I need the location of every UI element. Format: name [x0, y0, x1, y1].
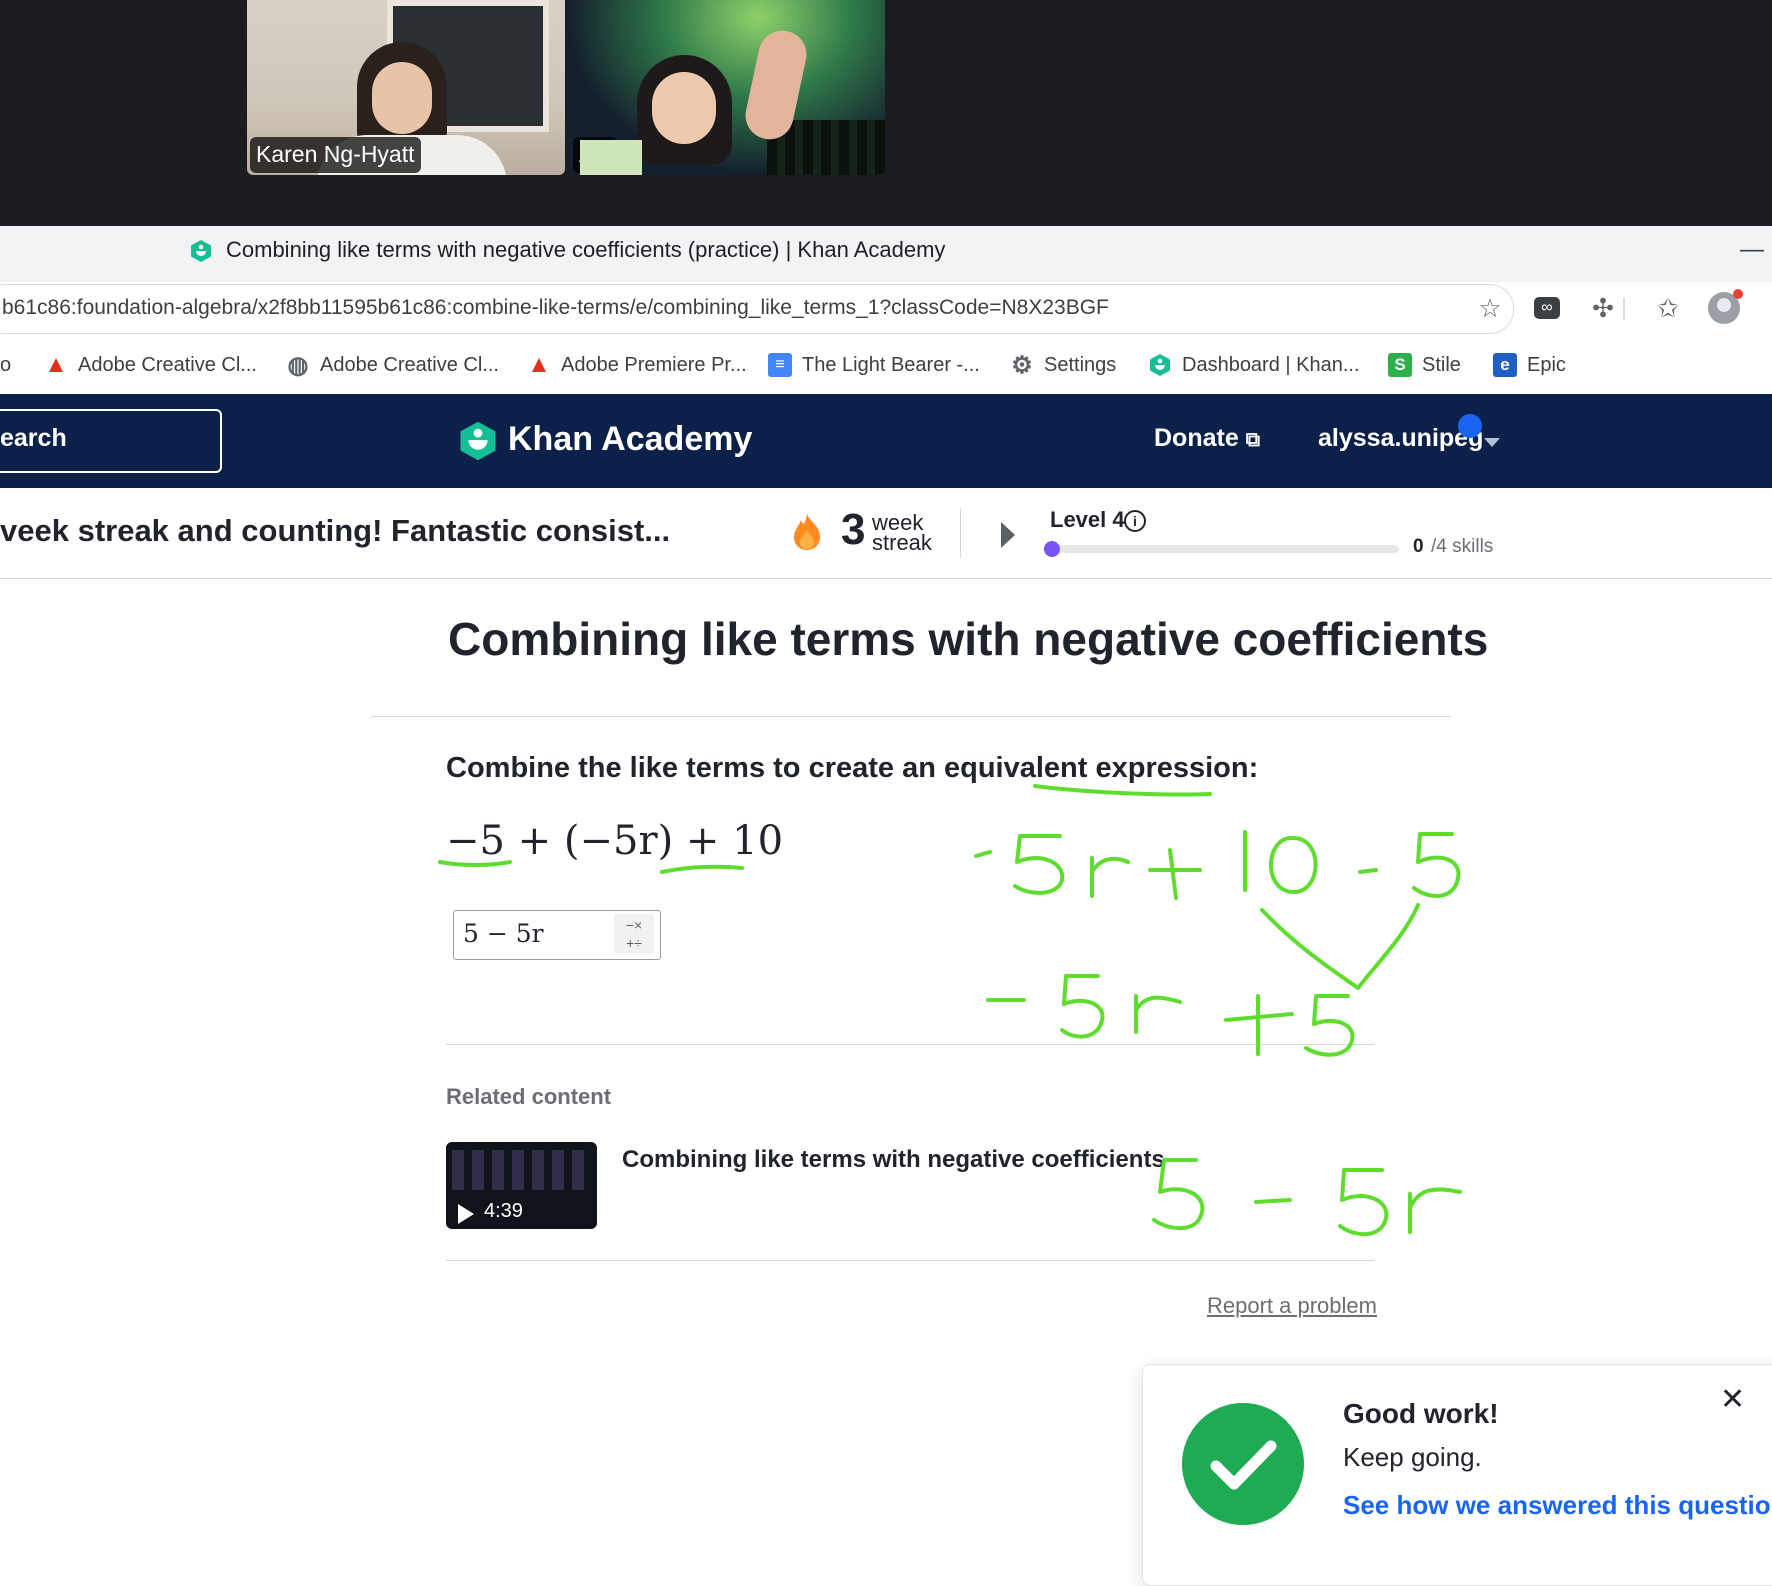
adobe-icon: ▲	[527, 351, 551, 378]
bookmark-item[interactable]: e Epic	[1493, 350, 1566, 380]
adobe-icon: ▲	[44, 351, 68, 378]
star-icon[interactable]: ☆	[1474, 292, 1506, 324]
checkmark-icon	[1182, 1403, 1304, 1525]
ink-line-3	[1152, 1158, 1462, 1237]
exercise-title: Combining like terms with negative coeff…	[448, 613, 1489, 665]
keypad-glyph-bottom: +÷	[626, 935, 642, 951]
globe-icon: ◍	[287, 351, 309, 379]
favorites-icon[interactable]: ✩	[1652, 292, 1684, 324]
streak-message: veek streak and counting! Fantastic cons…	[0, 513, 671, 548]
khan-logo-icon[interactable]	[457, 420, 499, 462]
related-content-heading: Related content	[446, 1084, 612, 1109]
related-video-title[interactable]: Combining like terms with negative coeff…	[622, 1146, 1165, 1174]
participant-face	[372, 62, 432, 134]
flame-icon	[794, 514, 820, 550]
participant-name-tag: Karen Ng-Hyatt	[250, 137, 421, 173]
toolbar-divider: |	[1620, 294, 1628, 321]
skills-completed-count: 0	[1413, 536, 1424, 557]
bookmark-label: Dashboard | Khan...	[1182, 353, 1360, 376]
bookmark-label: Adobe Creative Cl...	[320, 353, 499, 376]
ink-line-1	[974, 830, 1461, 900]
ka-header	[0, 394, 1772, 488]
address-bar-url[interactable]: b61c86:foundation-algebra/x2f8bb11595b61…	[2, 296, 1109, 320]
bookmark-label: o	[0, 353, 12, 376]
divider	[446, 1260, 1374, 1261]
streak-unit-streak: streak	[872, 530, 932, 555]
streak-count: 3	[841, 505, 866, 554]
level-progress-bar	[1044, 545, 1399, 553]
video-duration: 4:39	[484, 1200, 523, 1222]
math-keypad-icon[interactable]: −× +÷	[614, 914, 654, 954]
donate-label: Donate	[1154, 424, 1239, 452]
bookmark-item[interactable]: Dashboard | Khan...	[1148, 350, 1360, 380]
answer-input-value[interactable]: 5 − 5r	[463, 919, 544, 948]
external-link-icon: ⧉	[1245, 429, 1260, 451]
name-redaction-box	[580, 140, 642, 175]
khan-icon	[1150, 354, 1170, 376]
window-minimize-button[interactable]: —	[1740, 236, 1764, 264]
bookmark-item[interactable]: ◍ Adobe Creative Cl...	[286, 350, 499, 380]
toast-title: Good work!	[1343, 1398, 1499, 1429]
play-icon[interactable]	[458, 1204, 474, 1224]
close-icon[interactable]: ✕	[1720, 1382, 1745, 1417]
ink-underline	[1033, 784, 1212, 797]
question-prompt: Combine the like terms to create an equi…	[446, 752, 1259, 784]
bookmark-label: Adobe Premiere Pr...	[561, 353, 747, 376]
play-icon[interactable]	[1001, 522, 1015, 548]
khan-logo-text[interactable]: Khan Academy	[508, 420, 752, 459]
donate-link[interactable]: Donate ⧉	[1154, 424, 1260, 453]
bookmark-label: Adobe Creative Cl...	[78, 353, 257, 376]
bookmark-item[interactable]: o	[0, 350, 11, 380]
ink-line-2	[986, 974, 1355, 1057]
see-answer-link[interactable]: See how we answered this question.	[1343, 1490, 1772, 1521]
bookmark-label: Epic	[1527, 353, 1566, 376]
participant-tile-karen[interactable]: Karen Ng-Hyatt	[247, 0, 565, 175]
puzzle-extension-icon[interactable]: ✣	[1587, 292, 1619, 324]
bookmark-item[interactable]: ⚙ Settings	[1010, 350, 1116, 380]
docs-icon: ≡	[768, 353, 792, 377]
divider	[446, 1044, 1374, 1045]
stile-icon: S	[1388, 353, 1412, 377]
ink-underline	[660, 864, 744, 874]
bookmark-label: The Light Bearer -...	[802, 353, 980, 376]
infinity-extension-icon[interactable]: ∞	[1531, 292, 1563, 324]
bookmark-label: Stile	[1422, 353, 1461, 376]
epic-icon: e	[1493, 353, 1517, 377]
participant-face	[652, 72, 716, 144]
bookmark-item[interactable]: S Stile	[1388, 350, 1461, 380]
notification-dot	[1458, 414, 1482, 438]
streak-divider	[960, 508, 961, 558]
bookmark-label: Settings	[1044, 353, 1117, 376]
gear-icon: ⚙	[1011, 351, 1033, 379]
math-expression: −5 + (−5r) + 10	[446, 818, 784, 864]
toast-body: Keep going.	[1343, 1442, 1482, 1472]
bookmark-item[interactable]: ≡ The Light Bearer -...	[768, 350, 980, 380]
browser-tab-title[interactable]: Combining like terms with negative coeff…	[226, 237, 945, 263]
bookmark-item[interactable]: ▲ Adobe Creative Cl...	[44, 350, 257, 380]
level-label: Level 4	[1050, 507, 1125, 532]
report-problem-link[interactable]: Report a problem	[1207, 1293, 1377, 1319]
ink-connector	[1260, 903, 1420, 990]
level-progress-indicator	[1044, 541, 1060, 557]
skills-total: /4 skills	[1431, 536, 1494, 557]
search-input-text[interactable]: earch	[0, 424, 67, 453]
divider	[371, 716, 1451, 717]
keypad-glyph-top: −×	[625, 917, 643, 933]
bookmark-item[interactable]: ▲ Adobe Premiere Pr...	[527, 350, 747, 380]
profile-notification-dot	[1733, 289, 1743, 299]
khan-favicon-icon	[191, 240, 211, 262]
info-icon[interactable]: i	[1124, 510, 1146, 532]
thumbnail-scribble	[452, 1150, 592, 1190]
video-call-strip: Karen Ng-Hyatt A a	[0, 0, 1772, 226]
chevron-down-icon[interactable]	[1484, 438, 1500, 447]
